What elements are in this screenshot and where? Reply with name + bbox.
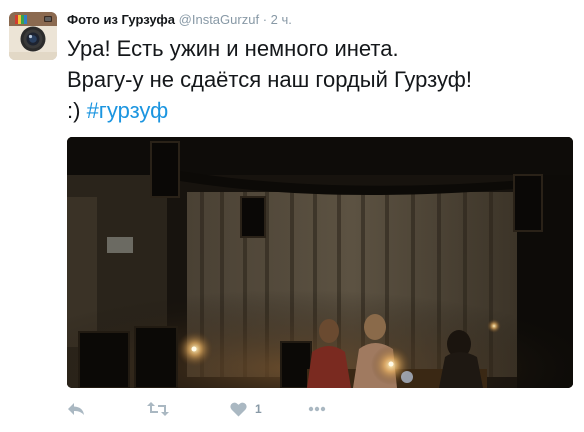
tweet-header: Фото из Гурзуфа @InstaGurzuf · 2 ч. — [67, 11, 292, 29]
more-button[interactable] — [308, 398, 326, 420]
timestamp[interactable]: 2 ч. — [271, 12, 292, 27]
separator: · — [262, 12, 268, 27]
instagram-logo-icon — [9, 12, 57, 60]
tweet-text-prefix: :) — [67, 98, 87, 123]
tweet-card: Фото из Гурзуфа @InstaGurzuf · 2 ч. Ура!… — [0, 0, 584, 432]
tweet-text-line-3: :) #гурзуф — [67, 95, 577, 126]
author-handle[interactable]: @InstaGurzuf — [179, 12, 259, 27]
reply-icon — [68, 403, 84, 415]
tweet-text: Ура! Есть ужин и немного инета. Врагу-у … — [67, 33, 577, 126]
like-button[interactable]: 1 — [230, 398, 262, 420]
heart-icon — [230, 402, 247, 416]
retweet-button[interactable] — [147, 398, 169, 420]
reply-button[interactable] — [67, 398, 85, 420]
tweet-actions: 1 — [67, 398, 367, 420]
avatar[interactable] — [9, 12, 57, 60]
tweet-text-line-1: Ура! Есть ужин и немного инета. — [67, 36, 399, 61]
more-icon — [308, 406, 326, 412]
tweet-text-line-2: Врагу-у не сдаётся наш гордый Гурзуф! — [67, 67, 472, 92]
author-name[interactable]: Фото из Гурзуфа — [67, 12, 175, 27]
restaurant-photo — [67, 137, 573, 388]
tweet-photo[interactable] — [67, 137, 573, 388]
hashtag-link[interactable]: #гурзуф — [87, 98, 169, 123]
retweet-icon — [147, 402, 169, 416]
like-count: 1 — [255, 402, 262, 416]
